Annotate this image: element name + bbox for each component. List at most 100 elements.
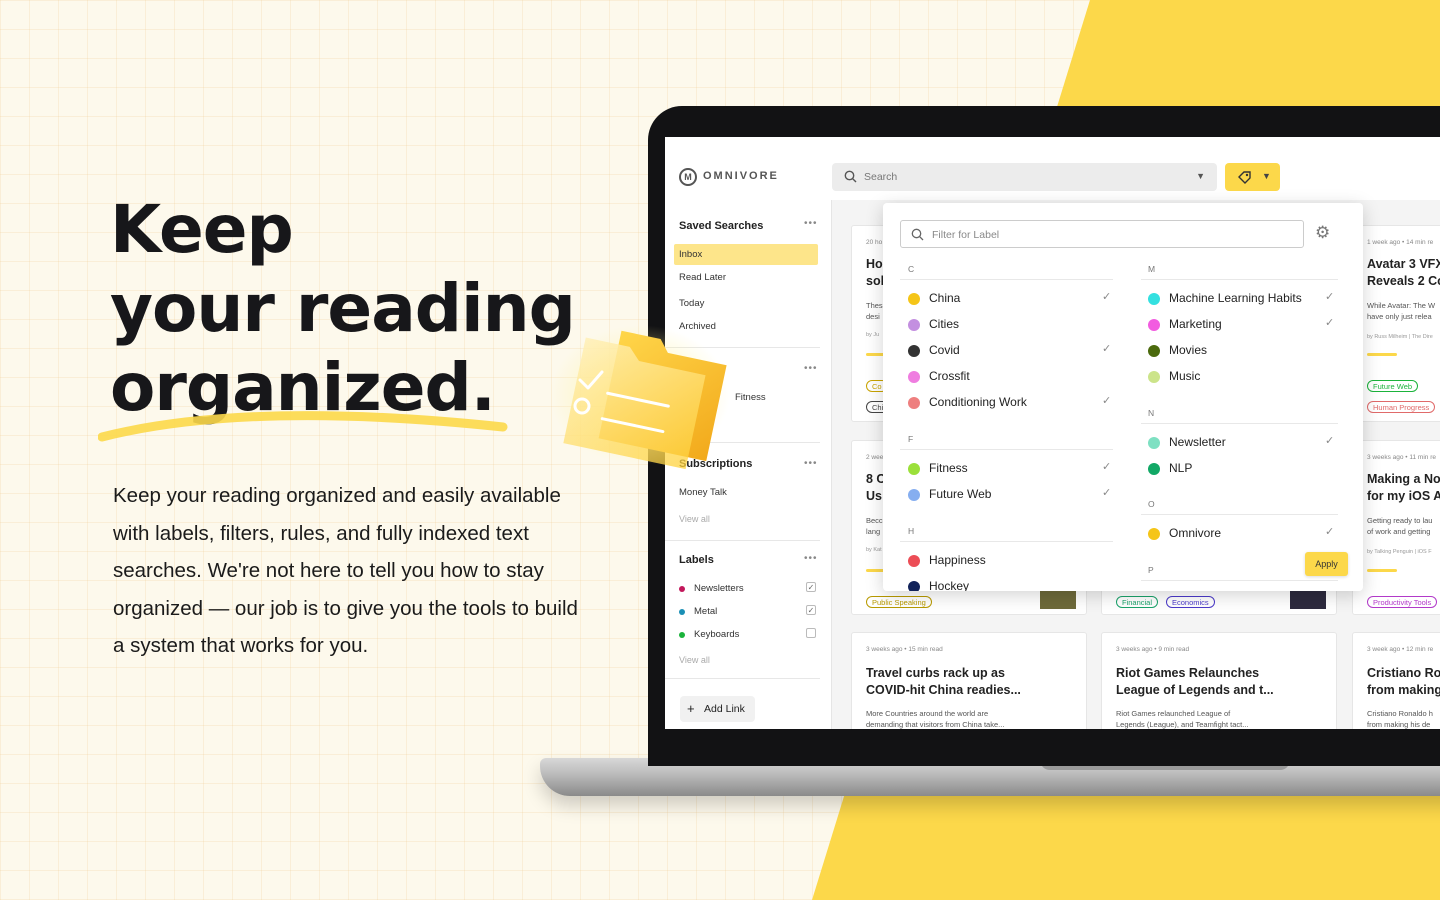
card-title: Avatar 3 VFX [1367,257,1440,271]
label-name: Music [1169,369,1201,383]
card-title: Making a No [1367,472,1440,486]
card-thumbnail [1040,591,1076,609]
sidebar-item-read-later[interactable]: Read Later [679,272,726,283]
group-letter: O [1148,499,1155,509]
label-color-dot [1148,437,1160,449]
card-title: League of Legends and t... [1116,683,1274,697]
label-color-dot [908,581,920,591]
label-name: Covid [929,343,960,357]
article-card[interactable]: 3 weeks ago • 9 min read Riot Games Rela… [1101,632,1337,729]
label-row-machine-learning-habits[interactable]: Machine Learning Habits ✓ [1148,289,1338,309]
apply-button[interactable]: Apply [1305,552,1348,576]
sidebar-label-keyboards[interactable]: Keyboards [694,629,739,640]
label-name: Machine Learning Habits [1169,291,1302,305]
card-meta: 1 week ago • 14 min re [1367,239,1434,246]
label-row-conditioning-work[interactable]: Conditioning Work ✓ [908,393,1113,413]
label-row-movies[interactable]: Movies [1148,341,1338,361]
divider [900,279,1113,280]
card-snippet: lang [866,527,881,536]
search-bar[interactable]: Search ▼ [832,163,1217,191]
card-snippet: of work and getting [1367,527,1431,536]
subscriptions-more-icon[interactable]: ••• [804,458,818,469]
search-icon [844,170,857,183]
label-row-fitness[interactable]: Fitness ✓ [908,459,1113,479]
saved-searches-more-icon[interactable]: ••• [804,218,818,229]
group-letter: N [1148,408,1155,418]
add-link-button[interactable]: + Add Link [680,696,755,722]
label-row-nlp[interactable]: NLP [1148,459,1338,479]
headline-line-1: Keep [110,191,294,268]
card-label-tag[interactable]: Financial [1116,596,1159,608]
label-color-dot [679,609,685,615]
label-row-newsletter[interactable]: Newsletter ✓ [1148,433,1338,453]
divider [900,541,1113,542]
chevron-down-icon: ▼ [1262,171,1271,181]
card-title: COVID-hit China readies... [866,683,1021,697]
label-color-dot [1148,319,1160,331]
group-letter: H [908,526,915,536]
label-color-dot [908,463,920,475]
label-row-happiness[interactable]: Happiness [908,551,1113,571]
divider [1141,279,1338,280]
label-row-music[interactable]: Music [1148,367,1338,387]
article-card[interactable]: 3 weeks ago • 11 min re Making a No for … [1352,440,1440,615]
label-row-hockey[interactable]: Hockey [908,577,1113,591]
hero-description: Keep your reading organized and easily a… [113,484,578,657]
divider [665,678,820,679]
card-meta: 3 weeks ago • 11 min re [1367,454,1436,461]
keyboards-checkbox[interactable] [806,628,816,638]
card-snippet: have only just relea [1367,312,1432,321]
group-letter: F [908,434,914,444]
filter-label-input[interactable]: Filter for Label [900,220,1304,248]
newsletters-checkbox[interactable]: ✓ [806,582,816,592]
card-label-tag[interactable]: Productivity Tools [1367,596,1438,608]
divider [665,540,820,541]
article-card[interactable]: 3 week ago • 12 min re Cristiano Ro from… [1352,632,1440,729]
saved-searches-title: Saved Searches [679,220,764,232]
label-row-crossfit[interactable]: Crossfit [908,367,1113,387]
article-card[interactable]: 3 weeks ago • 15 min read Travel curbs r… [851,632,1087,729]
label-name: Marketing [1169,317,1222,331]
label-row-china[interactable]: China ✓ [908,289,1113,309]
card-meta: 3 weeks ago • 9 min read [1116,646,1190,653]
label-name: Cities [929,317,960,331]
card-label-tag[interactable]: Economics [1166,596,1215,608]
app-screen: M OMNIVORE Search ▼ ▼ Saved Searches •••… [665,137,1440,729]
labels-more-icon[interactable]: ••• [804,553,818,564]
label-color-dot [908,555,920,567]
search-dropdown-icon[interactable]: ▼ [1196,171,1205,181]
card-label-tag[interactable]: Future Web [1367,380,1419,392]
label-row-covid[interactable]: Covid ✓ [908,341,1113,361]
labels-view-all-link[interactable]: View all [679,655,710,665]
label-color-dot [679,586,685,592]
label-name: NLP [1169,461,1193,475]
label-color-dot [1148,345,1160,357]
label-color-dot [679,632,685,638]
sidebar-item-inbox[interactable]: Inbox [679,249,702,260]
gear-icon[interactable]: ⚙ [1315,223,1330,243]
omnivore-logo-text[interactable]: OMNIVORE [703,170,779,182]
sidebar-label-metal[interactable]: Metal [694,606,717,617]
card-label-tag[interactable]: Human Progress [1367,401,1436,413]
subscriptions-view-all-link[interactable]: View all [679,514,710,524]
filter-label-placeholder: Filter for Label [932,229,1000,241]
label-row-future-web[interactable]: Future Web ✓ [908,485,1113,505]
card-snippet: Becc [866,516,883,525]
card-snippet: While Avatar: The W [1367,301,1436,310]
label-color-dot [908,319,920,331]
label-row-cities[interactable]: Cities [908,315,1113,335]
plus-icon: + [687,701,695,716]
label-row-marketing[interactable]: Marketing ✓ [1148,315,1338,335]
group-letter: P [1148,565,1154,575]
label-filter-button[interactable]: ▼ [1225,163,1280,191]
label-row-omnivore[interactable]: Omnivore ✓ [1148,524,1338,544]
section-more-icon[interactable]: ••• [804,363,818,374]
sidebar-label-newsletters[interactable]: Newsletters [694,583,744,594]
metal-checkbox[interactable]: ✓ [806,605,816,615]
card-title: from making [1367,683,1440,697]
sidebar-item-money-talk[interactable]: Money Talk [679,487,727,498]
card-label-tag[interactable]: Public Speaking [866,596,932,608]
label-color-dot [1148,528,1160,540]
article-card[interactable]: 1 week ago • 14 min re Avatar 3 VFX Reve… [1352,225,1440,422]
label-name: Crossfit [929,369,970,383]
